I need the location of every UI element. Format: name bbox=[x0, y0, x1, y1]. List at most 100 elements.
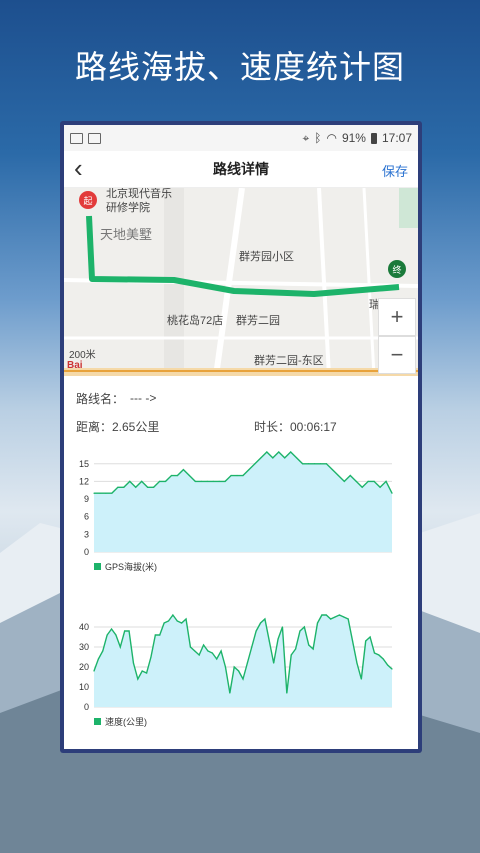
route-name-row: 路线名： --- -> bbox=[76, 384, 406, 412]
data-point bbox=[233, 666, 235, 668]
data-point bbox=[286, 692, 288, 694]
data-point bbox=[334, 616, 336, 618]
data-point bbox=[97, 658, 99, 660]
data-point bbox=[325, 614, 327, 616]
bluetooth-icon: ᛒ bbox=[314, 131, 322, 145]
zoom-in-button[interactable]: + bbox=[378, 298, 416, 336]
map-label-community-2-east: 群芳二园-东区 bbox=[254, 355, 324, 367]
data-point bbox=[260, 457, 262, 459]
data-point bbox=[385, 480, 387, 483]
data-point bbox=[194, 480, 196, 483]
data-point bbox=[330, 618, 332, 620]
data-point bbox=[212, 480, 214, 483]
battery-icon bbox=[370, 132, 377, 144]
data-point bbox=[129, 480, 131, 483]
y-tick-label: 9 bbox=[84, 494, 89, 504]
data-point bbox=[218, 480, 220, 483]
map-canvas: 起 终 bbox=[64, 188, 418, 376]
data-point bbox=[172, 614, 174, 616]
data-point bbox=[272, 457, 274, 459]
data-point bbox=[154, 634, 156, 636]
data-point bbox=[158, 480, 161, 483]
data-point bbox=[290, 654, 292, 656]
data-point bbox=[124, 630, 126, 632]
data-point bbox=[316, 622, 319, 624]
data-point bbox=[273, 662, 275, 664]
data-point bbox=[238, 670, 240, 672]
data-point bbox=[220, 650, 222, 652]
map-scale: 200米 bbox=[69, 350, 96, 361]
save-button[interactable]: 保存 bbox=[382, 161, 408, 180]
data-point bbox=[255, 630, 257, 632]
data-point bbox=[216, 658, 218, 660]
data-point bbox=[296, 457, 298, 459]
data-point bbox=[246, 662, 248, 664]
data-point bbox=[132, 662, 135, 664]
data-point bbox=[378, 654, 380, 656]
end-marker-label: 终 bbox=[392, 264, 401, 275]
data-point bbox=[202, 644, 205, 646]
phone-frame: ⌖ ᛒ ◠ 91% 17:07 ‹ 路线详情 保存 起 终 北京现代音乐 研修学… bbox=[60, 121, 422, 753]
data-point bbox=[189, 646, 192, 648]
data-point bbox=[141, 670, 143, 672]
data-point bbox=[325, 463, 328, 465]
data-point bbox=[268, 640, 270, 642]
y-tick-label: 6 bbox=[84, 512, 89, 522]
data-point bbox=[277, 638, 279, 640]
start-marker-label: 起 bbox=[83, 196, 92, 206]
data-point bbox=[230, 474, 232, 477]
notification-icon bbox=[88, 132, 101, 144]
y-tick-label: 10 bbox=[79, 682, 89, 692]
data-point bbox=[391, 492, 393, 494]
y-tick-label: 3 bbox=[84, 529, 89, 539]
data-point bbox=[290, 451, 292, 453]
data-point bbox=[163, 622, 165, 624]
data-point bbox=[123, 486, 125, 488]
data-point bbox=[361, 486, 363, 488]
back-icon[interactable]: ‹ bbox=[74, 154, 83, 182]
data-point bbox=[115, 634, 117, 636]
data-point bbox=[128, 630, 130, 632]
data-point bbox=[264, 618, 266, 620]
data-point bbox=[373, 652, 376, 654]
data-point bbox=[119, 646, 121, 648]
gallery-icon bbox=[70, 132, 83, 144]
data-point bbox=[337, 474, 339, 477]
route-info: 路线名： --- -> 距离：2.65公里 时长：00:06:17 bbox=[64, 376, 418, 440]
data-point bbox=[224, 480, 226, 483]
data-point bbox=[93, 670, 95, 672]
chart-area-fill bbox=[94, 615, 392, 707]
data-point bbox=[159, 634, 161, 636]
y-tick-label: 40 bbox=[79, 622, 89, 632]
data-point bbox=[343, 480, 345, 483]
data-point bbox=[102, 650, 104, 652]
data-point bbox=[194, 650, 196, 652]
legend-swatch bbox=[94, 718, 101, 725]
zoom-out-button[interactable]: − bbox=[378, 336, 416, 374]
data-point bbox=[351, 640, 354, 642]
data-point bbox=[147, 486, 149, 488]
promo-title: 路线海拔、速度统计图 bbox=[74, 49, 405, 85]
data-point bbox=[278, 451, 280, 453]
data-point bbox=[360, 678, 362, 680]
data-point bbox=[188, 474, 190, 477]
data-point bbox=[141, 480, 143, 483]
phone-screen: ⌖ ᛒ ◠ 91% 17:07 ‹ 路线详情 保存 起 终 北京现代音乐 研修学… bbox=[64, 125, 418, 749]
route-map[interactable]: 起 终 北京现代音乐 研修学院 天地美墅 群芳园小区 桃花岛72店 群芳二园 群… bbox=[64, 188, 418, 376]
data-point bbox=[367, 480, 369, 483]
data-point bbox=[266, 451, 268, 453]
data-point bbox=[176, 474, 179, 477]
data-point bbox=[338, 614, 341, 616]
data-point bbox=[347, 618, 349, 620]
data-point bbox=[111, 492, 113, 494]
data-point bbox=[117, 486, 119, 488]
data-point bbox=[319, 463, 322, 465]
data-point bbox=[242, 678, 244, 680]
data-point bbox=[236, 474, 238, 477]
data-point bbox=[99, 492, 101, 494]
data-point bbox=[302, 463, 304, 465]
data-point bbox=[356, 662, 358, 664]
data-point bbox=[387, 664, 389, 666]
data-point bbox=[321, 614, 323, 616]
route-name-value[interactable]: --- -> bbox=[130, 391, 156, 405]
